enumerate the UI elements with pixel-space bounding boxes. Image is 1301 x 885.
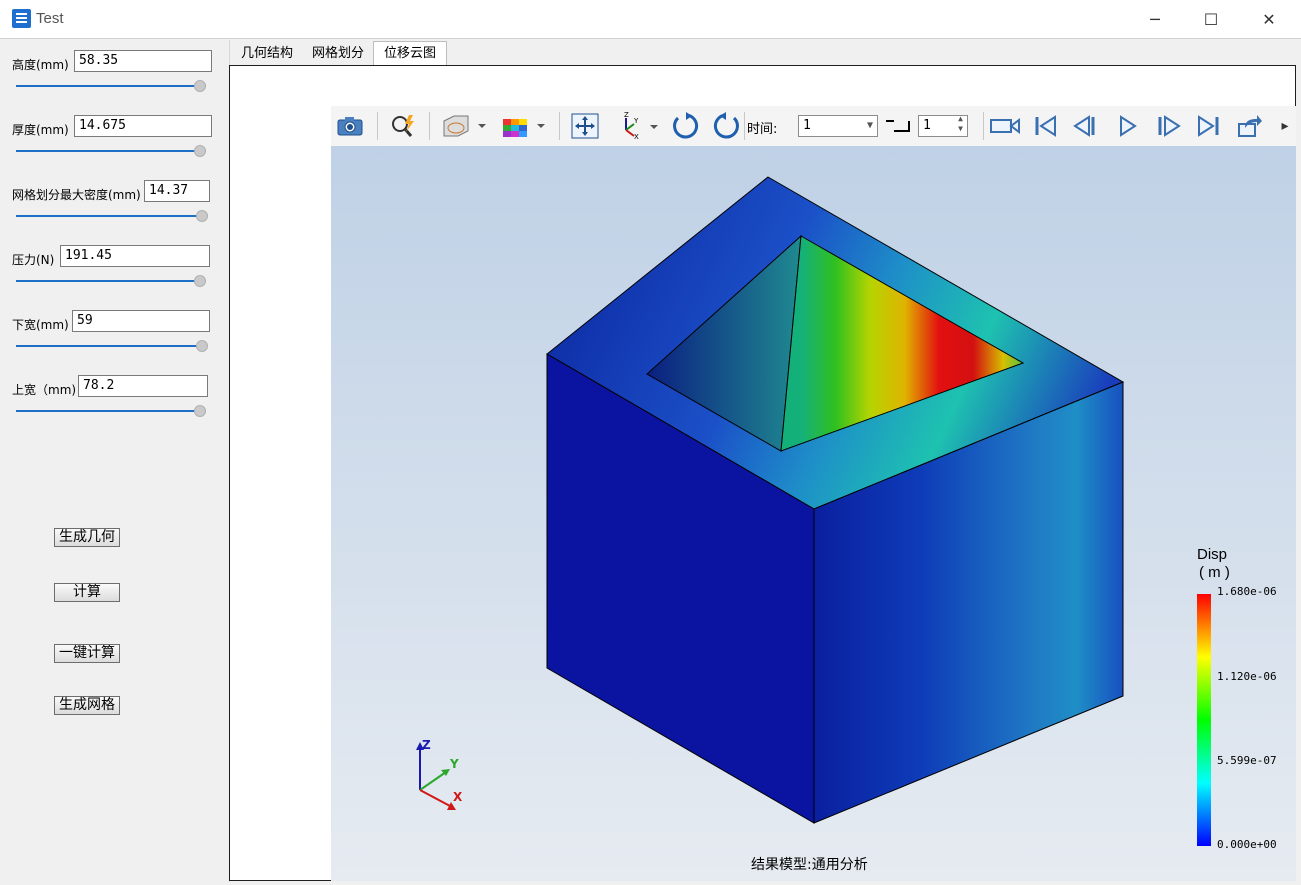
last-frame-icon[interactable] [1193, 112, 1223, 140]
viewer-toolbar: ZY X 时间: 1 ▼ 1 ▲ ▼ ▸ [331, 106, 1296, 147]
rotate-left-icon[interactable] [669, 112, 703, 140]
tab-displacement[interactable]: 位移云图 [373, 41, 448, 66]
axes-icon[interactable]: ZY X [613, 112, 661, 140]
z-axis-label: Z [422, 738, 431, 752]
next-frame-icon[interactable] [1153, 112, 1183, 140]
param-label: 上宽（mm) [12, 383, 77, 397]
app-icon [12, 9, 31, 28]
compute-button[interactable]: 计算 [54, 583, 120, 602]
time-label: 时间: [747, 122, 778, 137]
generate-geometry-button[interactable]: 生成几何 [54, 528, 120, 547]
param-input[interactable]: 191.45 [60, 245, 210, 267]
legend-unit: ( m ) [1199, 564, 1230, 581]
legend-tick-low: 5.599e-07 [1217, 754, 1277, 767]
export-icon[interactable] [1235, 112, 1265, 140]
step-icon [884, 112, 912, 140]
param-label: 压力(N) [12, 253, 55, 267]
legend-color-bar [1197, 594, 1211, 846]
close-button[interactable]: ✕ [1240, 0, 1298, 38]
step-spinbox[interactable]: 1 ▲ ▼ [918, 114, 968, 137]
axis-triad: Z Y X [416, 738, 463, 810]
legend-tick-min: 0.000e+00 [1217, 838, 1277, 851]
param-input[interactable]: 58.35 [74, 50, 212, 72]
minimize-button[interactable]: ─ [1126, 0, 1184, 38]
tab-geometry[interactable]: 几何结构 [231, 42, 303, 65]
title-bar: Test ─ ☐ ✕ [0, 0, 1301, 39]
param-slider[interactable] [16, 210, 209, 222]
more-icon[interactable]: ▸ [1277, 112, 1293, 140]
maximize-button[interactable]: ☐ [1182, 0, 1240, 38]
param-input[interactable]: 78.2 [78, 375, 208, 397]
param-label: 网格划分最大密度(mm) [12, 188, 141, 202]
chevron-down-icon: ▼ [866, 120, 873, 131]
result-model-label: 结果模型:通用分析 [751, 857, 868, 873]
record-icon[interactable] [987, 112, 1023, 140]
param-input[interactable]: 14.675 [74, 115, 212, 137]
time-select[interactable]: 1 ▼ [798, 115, 878, 137]
legend-tick-max: 1.680e-06 [1217, 585, 1277, 598]
one-click-compute-button[interactable]: 一键计算 [54, 644, 120, 663]
play-icon[interactable] [1113, 112, 1143, 140]
svg-text:X: X [634, 133, 639, 140]
svg-text:Y: Y [633, 117, 639, 125]
query-icon[interactable] [387, 112, 419, 140]
x-axis-label: X [453, 790, 463, 804]
first-frame-icon[interactable] [1031, 112, 1061, 140]
param-slider[interactable] [16, 405, 207, 417]
previous-frame-icon[interactable] [1071, 112, 1101, 140]
time-select-value: 1 [803, 118, 811, 133]
param-input[interactable]: 59 [72, 310, 210, 332]
param-label: 下宽(mm) [12, 318, 69, 332]
param-label: 厚度(mm) [12, 123, 69, 137]
param-slider[interactable] [16, 340, 209, 352]
displacement-model [546, 176, 1125, 824]
result-viewport[interactable] [331, 146, 1296, 881]
y-axis-label: Y [449, 757, 459, 771]
display-mode-icon[interactable] [439, 112, 489, 140]
generate-mesh-button[interactable]: 生成网格 [54, 696, 120, 715]
window-title: Test [36, 10, 64, 27]
param-slider[interactable] [16, 80, 207, 92]
parameter-panel [3, 40, 230, 882]
legend-tick-high: 1.120e-06 [1217, 670, 1277, 683]
legend-title: Disp [1197, 546, 1228, 563]
step-spinbox-value: 1 [923, 118, 931, 133]
fit-view-icon[interactable] [569, 112, 601, 140]
param-slider[interactable] [16, 275, 207, 287]
tab-mesh[interactable]: 网格划分 [302, 42, 374, 65]
rotate-right-icon[interactable] [709, 112, 743, 140]
spin-arrows-icon: ▲ ▼ [958, 114, 963, 133]
param-input[interactable]: 14.37 [144, 180, 210, 202]
camera-icon[interactable] [335, 112, 365, 140]
param-label: 高度(mm) [12, 58, 69, 72]
color-cube-icon[interactable] [497, 112, 549, 140]
svg-text:Z: Z [624, 112, 629, 119]
param-slider[interactable] [16, 145, 207, 157]
